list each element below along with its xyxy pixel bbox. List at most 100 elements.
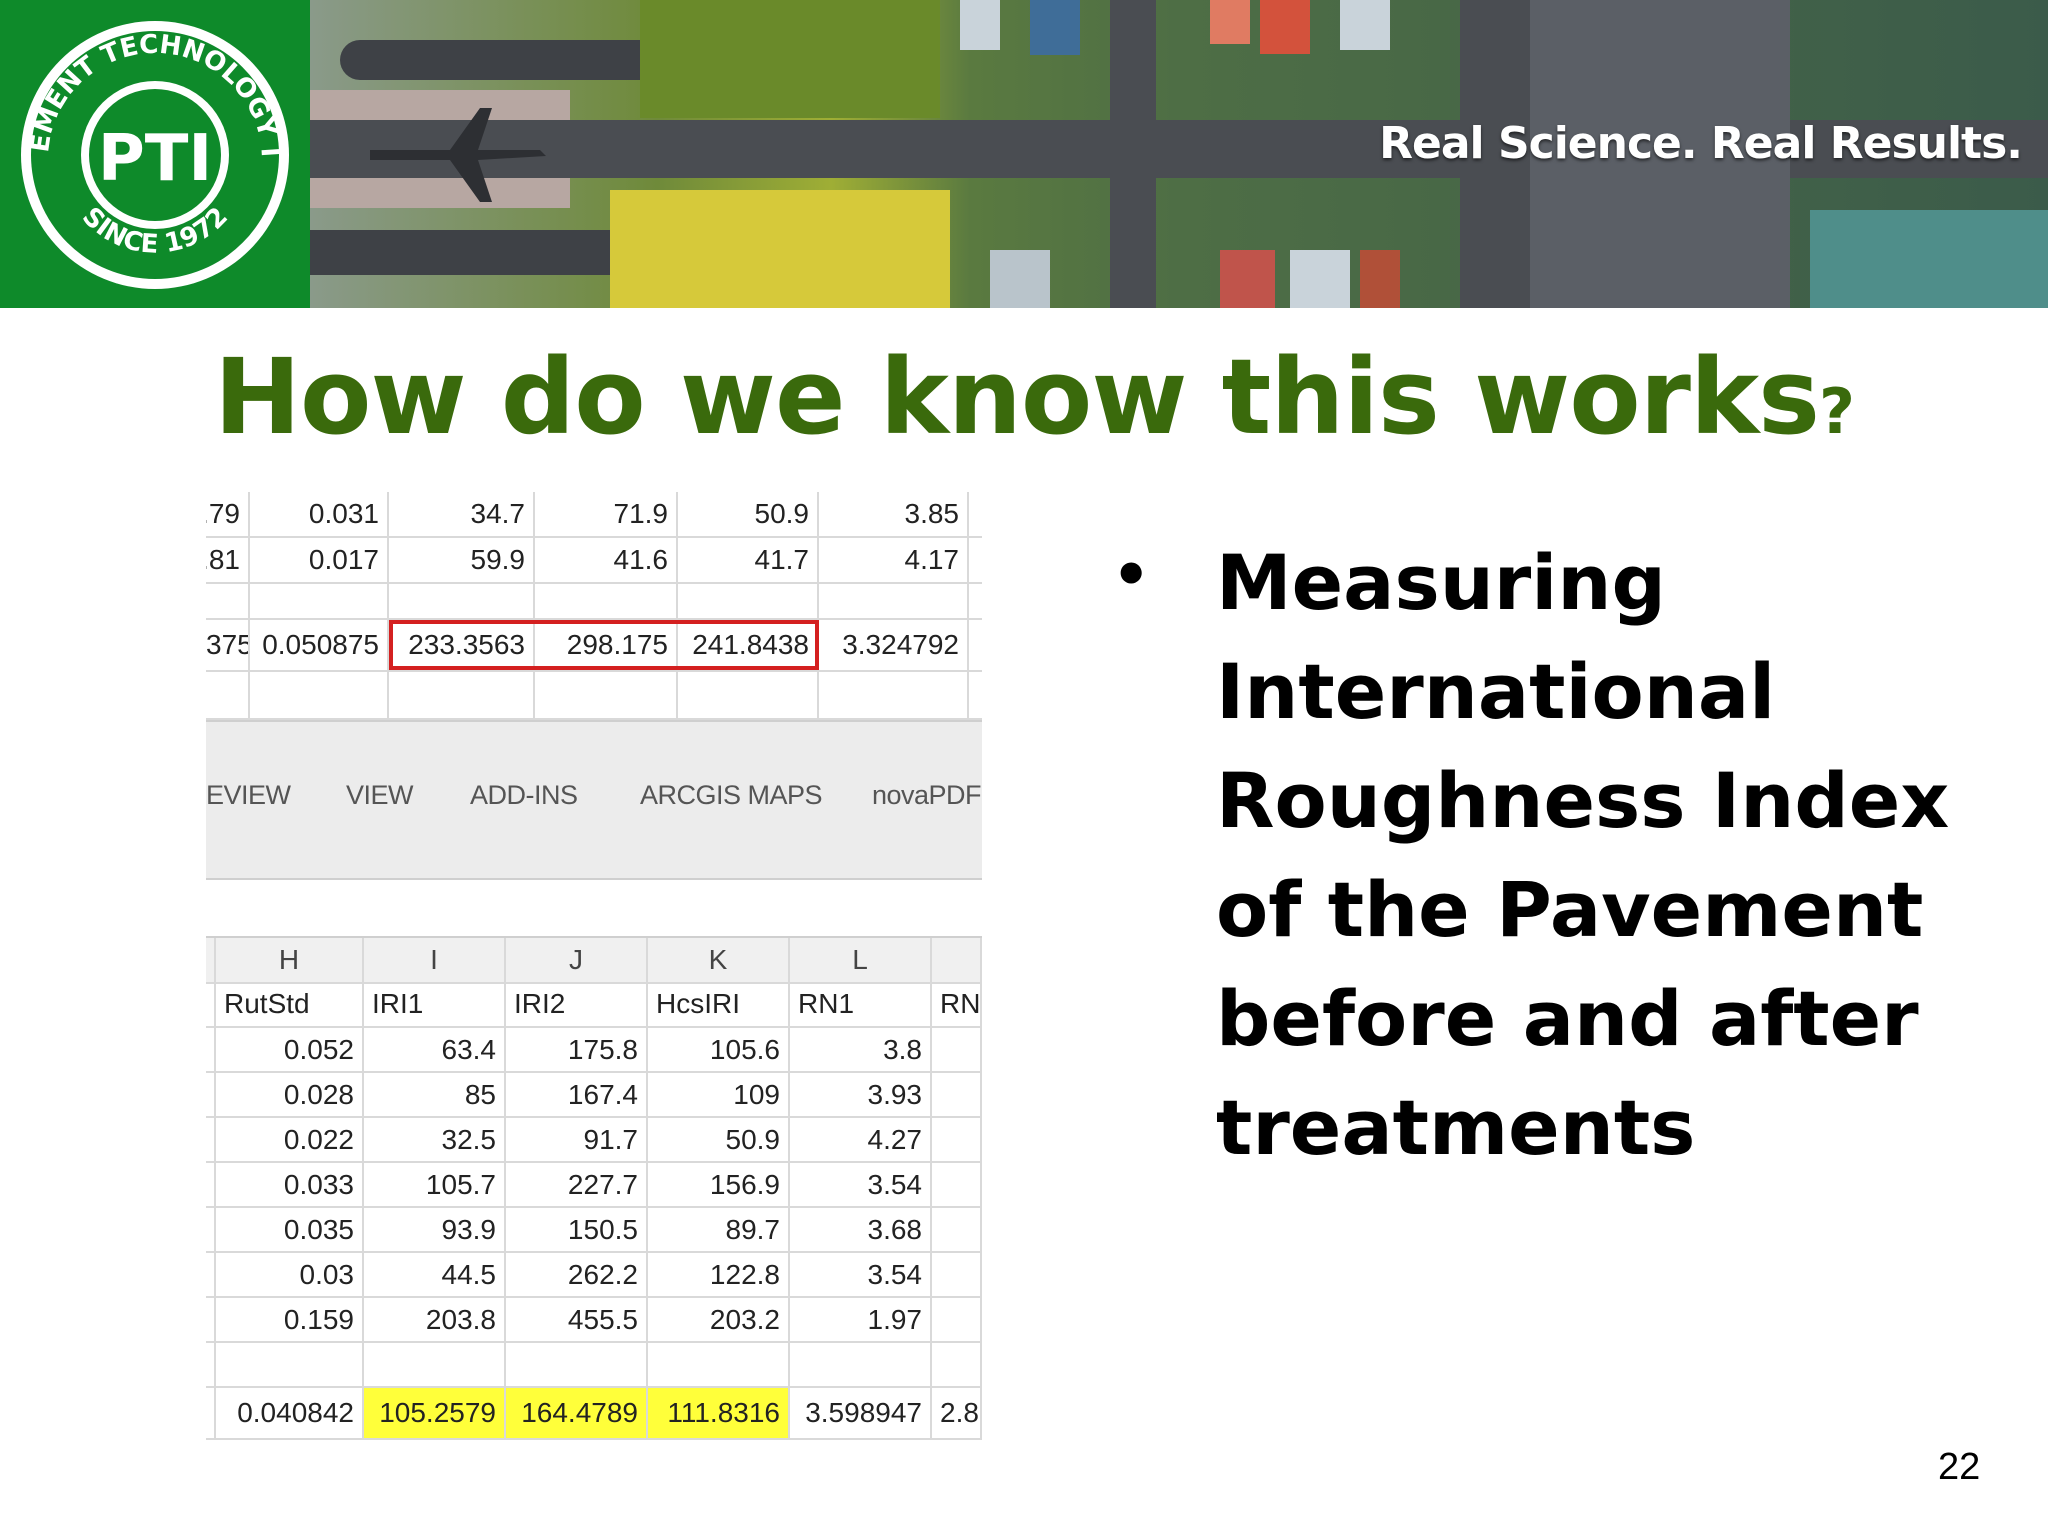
table-cell — [932, 1028, 982, 1071]
table-cell: 93.9 — [364, 1208, 506, 1251]
spreadsheet-screenshot: .79 0.031 34.7 71.9 50.9 3.85 .81 0.017 … — [206, 492, 982, 1482]
table-cell: 1.97 — [790, 1298, 932, 1341]
column-header: IRI2 — [506, 982, 648, 1026]
table-cell — [389, 672, 535, 718]
table-row: 0.028 85 167.4 109 3.93 — [206, 1073, 982, 1118]
table-header-row: RutStd IRI1 IRI2 HcsIRI RN1 RN2 — [206, 982, 982, 1028]
table-cell: 0.040842 — [216, 1388, 364, 1438]
column-header: IRI1 — [364, 982, 506, 1026]
table-cell: .79 — [206, 492, 250, 536]
table-cell: 0.022 — [216, 1118, 364, 1161]
table-cell: 375 — [206, 620, 250, 670]
column-letter: H — [216, 938, 364, 982]
bullet-text: Measuring International Roughness Index … — [1216, 538, 1950, 1172]
table-cell — [206, 1208, 216, 1251]
table-cell: 59.9 — [389, 538, 535, 582]
column-letter: L — [790, 938, 932, 982]
table-cell: 89.7 — [648, 1208, 790, 1251]
table-cell: 3.85 — [819, 492, 969, 536]
bullet-icon: • — [1112, 540, 1151, 610]
table-cell: 3.68 — [790, 1208, 932, 1251]
slide-title: How do we know this works? — [214, 336, 1855, 458]
table-cell — [790, 1343, 932, 1386]
table-row: .81 0.017 59.9 41.6 41.7 4.17 — [206, 538, 982, 584]
table-cell — [535, 584, 678, 618]
table-cell — [648, 1343, 790, 1386]
table-cell: 227.7 — [506, 1163, 648, 1206]
table-cell: 91.7 — [506, 1118, 648, 1161]
table-cell — [250, 672, 389, 718]
ribbon-tab-review: EVIEW — [206, 780, 291, 810]
title-question-mark: ? — [1819, 375, 1855, 448]
table-cell: 85 — [364, 1073, 506, 1116]
table-row: .79 0.031 34.7 71.9 50.9 3.85 — [206, 492, 982, 538]
table-cell — [216, 1343, 364, 1386]
table-cell: 262.2 — [506, 1253, 648, 1296]
table-row: 0.022 32.5 91.7 50.9 4.27 — [206, 1118, 982, 1163]
table-cell — [206, 938, 216, 982]
table-cell: 156.9 — [648, 1163, 790, 1206]
table-cell: 63.4 — [364, 1028, 506, 1071]
table-cell — [932, 1253, 982, 1296]
table-cell — [932, 1208, 982, 1251]
table-cell: 41.6 — [535, 538, 678, 582]
table-cell: 109 — [648, 1073, 790, 1116]
table-cell: 0.159 — [216, 1298, 364, 1341]
column-letter: K — [648, 938, 790, 982]
table-cell: 32.5 — [364, 1118, 506, 1161]
table-cell — [932, 938, 982, 982]
table-cell: 0.050875 — [250, 620, 389, 670]
table-cell: 4.17 — [819, 538, 969, 582]
table-cell — [206, 1028, 216, 1071]
table-cell — [678, 672, 819, 718]
table-cell-highlighted: 164.4789 — [506, 1388, 648, 1438]
table-row-average: 0.040842 105.2579 164.4789 111.8316 3.59… — [206, 1388, 982, 1440]
table-cell: 3.93 — [790, 1073, 932, 1116]
table-cell: 50.9 — [678, 492, 819, 536]
table-cell-highlighted: 105.2579 — [364, 1388, 506, 1438]
table-row: 0.035 93.9 150.5 89.7 3.68 — [206, 1208, 982, 1253]
table-cell: 0.035 — [216, 1208, 364, 1251]
table-cell — [932, 1343, 982, 1386]
table-row: 0.052 63.4 175.8 105.6 3.8 — [206, 1028, 982, 1073]
table-row: 0.03 44.5 262.2 122.8 3.54 — [206, 1253, 982, 1298]
table-cell — [364, 1343, 506, 1386]
column-letter: J — [506, 938, 648, 982]
table-cell-highlighted: 111.8316 — [648, 1388, 790, 1438]
table-cell: 203.2 — [648, 1298, 790, 1341]
table-cell: 0.028 — [216, 1073, 364, 1116]
table-cell: 3.54 — [790, 1163, 932, 1206]
table-cell: 455.5 — [506, 1298, 648, 1341]
table-cell — [206, 1253, 216, 1296]
column-header: RN1 — [790, 982, 932, 1026]
title-text: How do we know this works — [214, 336, 1820, 458]
red-highlight-box — [389, 620, 819, 670]
table-cell — [206, 1343, 216, 1386]
table-cell: 203.8 — [364, 1298, 506, 1341]
table-cell — [206, 1118, 216, 1161]
column-letter-row: H I J K L — [206, 936, 982, 984]
table-cell — [932, 1163, 982, 1206]
table-cell — [206, 672, 250, 718]
table-cell: 105.7 — [364, 1163, 506, 1206]
table-row: 0.159 203.8 455.5 203.2 1.97 — [206, 1298, 982, 1343]
column-header: RN2 — [932, 982, 982, 1026]
table-cell — [932, 1118, 982, 1161]
table-cell — [206, 1073, 216, 1116]
table-cell: 105.6 — [648, 1028, 790, 1071]
table-row — [206, 1343, 982, 1388]
excel-ribbon-tabs: EVIEW VIEW ADD-INS ARCGIS MAPS novaPDF — [206, 720, 982, 880]
aerial-photo-banner: Real Science. Real Results. — [310, 0, 2048, 308]
table-cell — [535, 672, 678, 718]
table-cell — [819, 584, 969, 618]
column-header: HcsIRI — [648, 982, 790, 1026]
table-cell — [389, 584, 535, 618]
table-cell: 4.27 — [790, 1118, 932, 1161]
table-cell: .81 — [206, 538, 250, 582]
table-cell: 71.9 — [535, 492, 678, 536]
table-cell: 0.017 — [250, 538, 389, 582]
table-cell — [206, 982, 216, 1026]
table-cell — [819, 672, 969, 718]
table-cell — [250, 584, 389, 618]
table-cell: 122.8 — [648, 1253, 790, 1296]
